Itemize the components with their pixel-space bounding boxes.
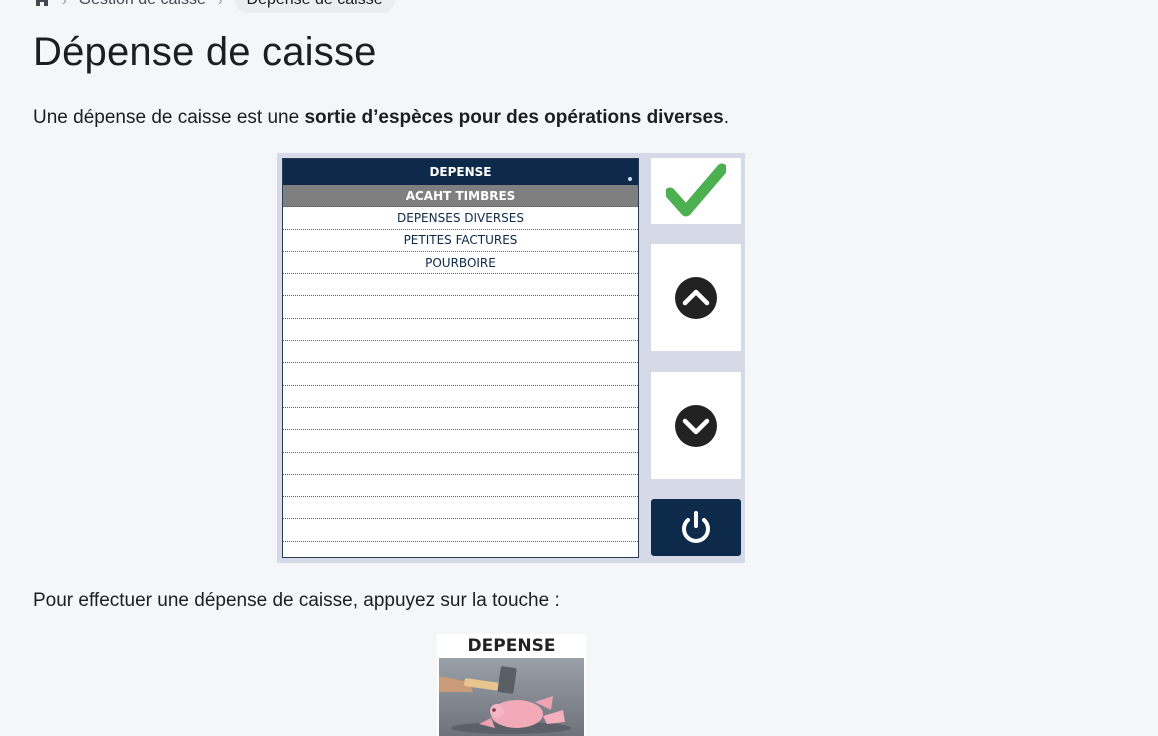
instruction-text: Pour effectuer une dépense de caisse, ap… [33, 590, 560, 611]
list-item[interactable]: POURBOIRE [283, 252, 638, 275]
list-item[interactable]: ACAHT TIMBRES [283, 185, 638, 208]
power-icon [682, 510, 710, 543]
list-item-empty[interactable] [283, 475, 638, 498]
list-rows: ACAHT TIMBRES DEPENSES DIVERSES PETITES FA… [283, 185, 638, 542]
list-item-empty[interactable] [283, 296, 638, 319]
intro-prefix: Une dépense de caisse est une [33, 107, 305, 128]
corner-mark [628, 177, 632, 181]
chevron-right-icon: › [62, 0, 67, 8]
depense-key-label: DEPENSE [467, 636, 556, 656]
list-item-empty[interactable] [283, 519, 638, 542]
exit-button[interactable] [651, 499, 741, 556]
expense-list: DEPENSE ACAHT TIMBRES DEPENSES DIVERSES PE… [282, 158, 639, 558]
piggy-bank-hammer-icon [439, 658, 584, 736]
home-icon[interactable] [34, 0, 50, 8]
breadcrumb-item-gestion[interactable]: Gestion de caisse [79, 0, 206, 9]
list-item-empty[interactable] [283, 363, 638, 386]
scroll-down-button[interactable] [651, 372, 741, 479]
breadcrumb: › Gestion de caisse › Dépense de caisse [34, 0, 395, 14]
list-header: DEPENSE [283, 159, 638, 185]
list-item-empty[interactable] [283, 497, 638, 520]
scroll-up-button[interactable] [651, 244, 741, 351]
list-item-empty[interactable] [283, 386, 638, 408]
list-item-empty[interactable] [283, 430, 638, 453]
list-item-empty[interactable] [283, 319, 638, 342]
list-item-empty[interactable] [283, 453, 638, 475]
intro-paragraph: Une dépense de caisse est une sortie d’e… [33, 107, 729, 129]
list-item-empty[interactable] [283, 274, 638, 297]
intro-bold: sortie d’espèces pour des opérations div… [304, 107, 724, 128]
chevron-right-icon: › [217, 0, 223, 8]
page-title: Dépense de caisse [33, 30, 377, 74]
list-item-empty[interactable] [283, 408, 638, 431]
intro-suffix: . [723, 107, 729, 128]
check-icon [666, 163, 726, 217]
breadcrumb-item-current: Dépense de caisse [234, 0, 395, 13]
list-item[interactable]: PETITES FACTURES [283, 230, 638, 252]
list-item-empty[interactable] [283, 341, 638, 364]
depense-key[interactable]: DEPENSE [437, 634, 586, 736]
validate-button[interactable] [651, 158, 741, 224]
list-item[interactable]: DEPENSES DIVERSES [283, 207, 638, 230]
arrow-down-icon [675, 404, 717, 447]
arrow-up-icon [675, 276, 717, 319]
list-header-label: DEPENSE [429, 165, 492, 179]
pos-screenshot: DEPENSE ACAHT TIMBRES DEPENSES DIVERSES PE… [277, 153, 745, 563]
